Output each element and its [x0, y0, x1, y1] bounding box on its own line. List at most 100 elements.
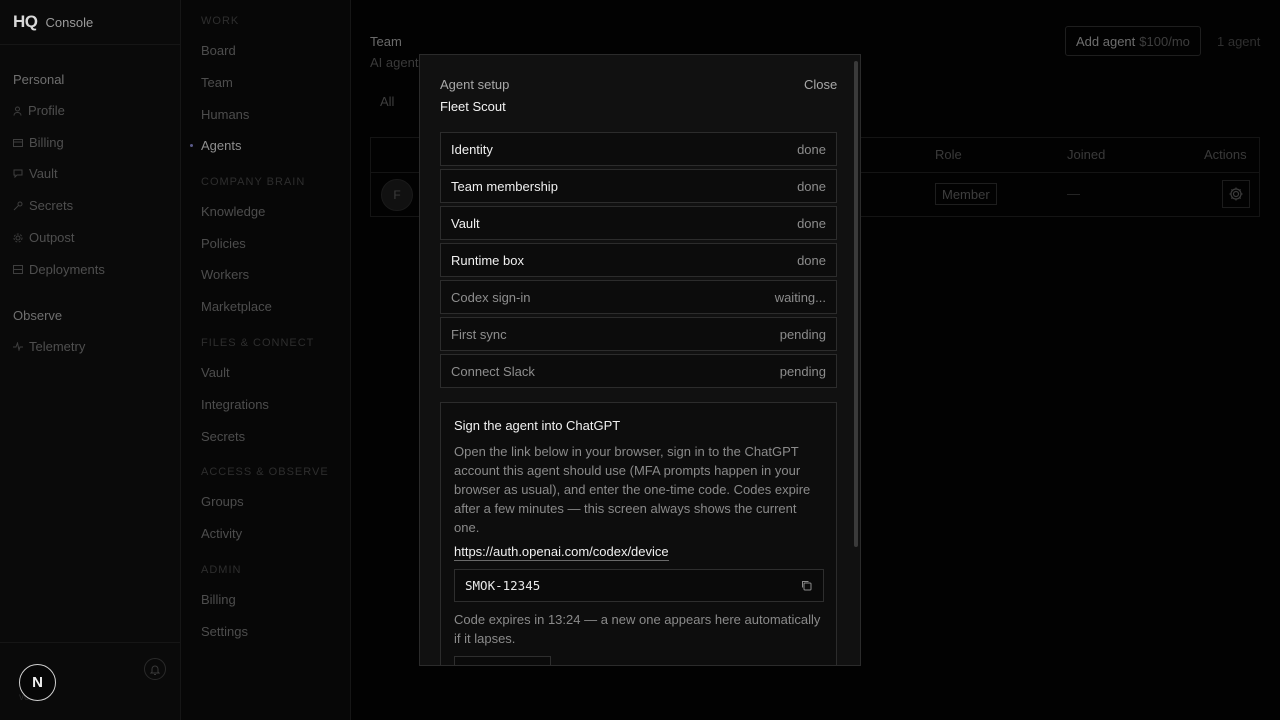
nav-item-humans[interactable]: Humans [201, 107, 249, 122]
step-status: pending [779, 363, 826, 379]
sidebar-item-label: Profile [28, 103, 65, 118]
nav-item-marketplace[interactable]: Marketplace [201, 299, 272, 314]
step-status: done [797, 178, 826, 194]
sidebar-item-label: Vault [29, 166, 58, 181]
step-identity: Identity done [440, 132, 837, 166]
brand[interactable]: HQ Console [13, 12, 93, 32]
nav-item-integrations[interactable]: Integrations [201, 397, 269, 412]
sidebar: HQ Console Personal Profile Billing Vaul… [0, 0, 181, 720]
sidebar-item-vault[interactable]: Vault [13, 166, 58, 181]
stack-icon [13, 265, 23, 274]
nav-item-billing[interactable]: Billing [201, 592, 236, 607]
sidebar-item-label: Telemetry [29, 339, 86, 354]
sign-in-instructions: Open the link below in your browser, sig… [454, 444, 811, 535]
nav-section-access-observe: ACCESS & OBSERVE [201, 466, 329, 478]
step-vault: Vault done [440, 206, 837, 240]
nav-item-board[interactable]: Board [201, 43, 236, 58]
nav-item-workers[interactable]: Workers [201, 267, 249, 282]
gear-icon [1229, 187, 1243, 201]
nav-item-groups[interactable]: Groups [201, 494, 244, 509]
divider [0, 642, 180, 643]
nav-item-agents[interactable]: Agents [201, 138, 241, 153]
step-status: done [797, 252, 826, 268]
device-auth-link[interactable]: https://auth.openai.com/codex/device [454, 544, 669, 561]
agent-setup-modal: Agent setup Close Fleet Scout Identity d… [419, 54, 861, 666]
step-team-membership: Team membership done [440, 169, 837, 203]
agent-name: Fleet Scout [440, 99, 506, 114]
sign-in-panel: Sign the agent into ChatGPT Open the lin… [440, 402, 837, 665]
sidebar-item-outpost[interactable]: Outpost [13, 230, 75, 245]
joined-value: — [1067, 186, 1080, 201]
step-first-sync: First sync pending [440, 317, 837, 351]
step-connect-slack: Connect Slack pending [440, 354, 837, 388]
observe-label: Observe [13, 308, 63, 323]
nav-section-company-brain: COMPANY BRAIN [201, 176, 306, 188]
nav-item-policies[interactable]: Policies [201, 236, 246, 251]
divider [0, 44, 180, 45]
step-status: done [797, 215, 826, 231]
step-status: waiting... [774, 289, 826, 305]
one-time-code-field[interactable]: SMOK-12345 [454, 569, 824, 602]
card-icon [13, 138, 23, 147]
nav-item-team[interactable]: Team [201, 75, 233, 90]
avatar[interactable]: N [19, 664, 56, 701]
sidebar-item-label: Secrets [29, 198, 74, 213]
agent-count: 1 agent [1217, 34, 1261, 49]
sign-in-title: Sign the agent into ChatGPT [454, 418, 621, 433]
step-codex-sign-in: Codex sign-in waiting... [440, 280, 837, 314]
column-header-role: Role [935, 147, 962, 162]
sidebar-item-deployments[interactable]: Deployments [13, 262, 105, 277]
nav-item-settings[interactable]: Settings [201, 624, 248, 639]
action-button[interactable] [454, 656, 551, 665]
step-label: Team membership [451, 178, 558, 194]
chat-icon [13, 169, 23, 178]
avatar: F [381, 179, 413, 211]
nav-item-activity[interactable]: Activity [201, 526, 242, 541]
user-icon [13, 106, 22, 116]
settings-icon [13, 233, 23, 242]
secondary-nav: WORK Board Team Humans Agents COMPANY BR… [181, 0, 351, 720]
page-subtitle: AI agents [370, 55, 425, 70]
copy-button[interactable] [799, 579, 813, 593]
nav-item-knowledge[interactable]: Knowledge [201, 204, 265, 219]
sidebar-item-billing[interactable]: Billing [13, 135, 64, 150]
sidebar-item-label: Deployments [29, 262, 105, 277]
page-title: Team [370, 34, 402, 49]
column-header-actions: Actions [1204, 147, 1247, 162]
sidebar-item-secrets[interactable]: Secrets [13, 198, 73, 213]
brand-logo: HQ [13, 12, 38, 31]
step-label: Connect Slack [451, 363, 535, 379]
bell-icon [150, 665, 160, 675]
step-status: done [797, 141, 826, 157]
step-label: Codex sign-in [451, 289, 531, 305]
nav-section-files-connect: FILES & CONNECT [201, 337, 315, 349]
scrollbar[interactable] [854, 61, 858, 547]
step-label: Runtime box [451, 252, 524, 268]
nav-item-vault[interactable]: Vault [201, 365, 230, 380]
tab-all[interactable]: All [380, 94, 394, 109]
notifications-button[interactable] [144, 658, 166, 680]
add-agent-price: $100/mo [1139, 33, 1190, 49]
add-agent-label: Add agent [1076, 33, 1136, 49]
nav-section-work: WORK [201, 15, 240, 27]
step-label: First sync [451, 326, 507, 342]
key-icon [13, 201, 23, 210]
sidebar-item-label: Billing [29, 135, 64, 150]
sidebar-item-telemetry[interactable]: Telemetry [13, 339, 85, 354]
pulse-icon [13, 342, 23, 351]
step-runtime-box: Runtime box done [440, 243, 837, 277]
modal-title: Agent setup [440, 77, 510, 92]
row-settings-button[interactable] [1222, 180, 1250, 208]
step-label: Identity [451, 141, 493, 157]
one-time-code: SMOK-12345 [465, 578, 541, 593]
code-expiry-note: Code expires in 13:24 — a new one appear… [454, 612, 821, 646]
personal-label: Personal [13, 72, 65, 87]
add-agent-button[interactable]: Add agent $100/mo [1065, 26, 1201, 56]
step-label: Vault [451, 215, 480, 231]
active-indicator [190, 144, 193, 147]
role-badge: Member [935, 183, 997, 205]
close-button[interactable]: Close [804, 77, 837, 92]
sidebar-item-profile[interactable]: Profile [13, 103, 65, 118]
copy-icon [801, 581, 811, 591]
nav-item-secrets[interactable]: Secrets [201, 429, 245, 444]
